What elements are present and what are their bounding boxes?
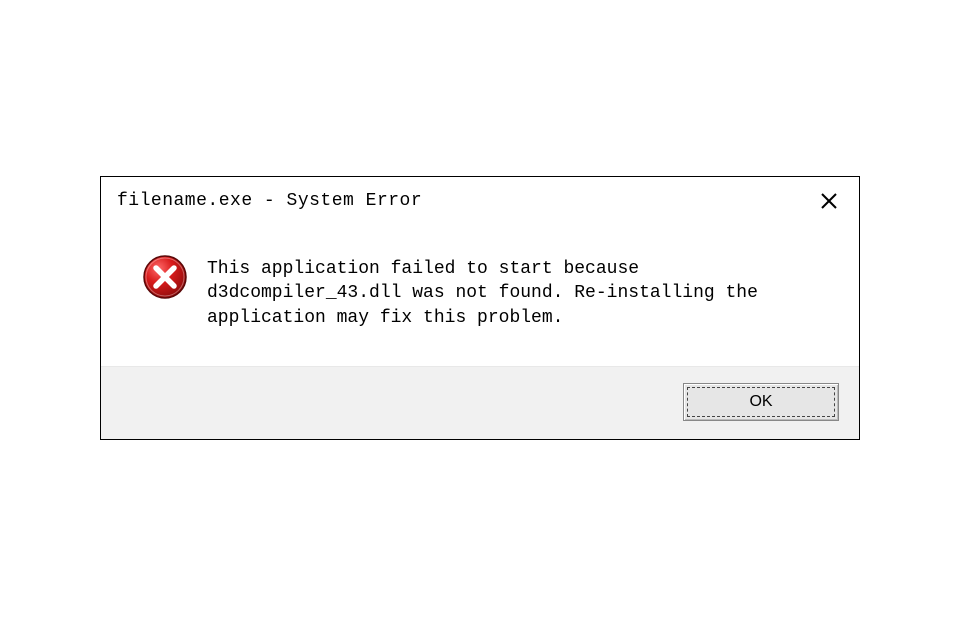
error-message: This application failed to start because…: [207, 253, 835, 330]
close-button[interactable]: [815, 187, 843, 215]
button-bar: OK: [101, 366, 859, 439]
error-icon: [141, 253, 189, 301]
dialog-title: filename.exe - System Error: [117, 191, 422, 211]
ok-button[interactable]: OK: [683, 383, 839, 421]
close-icon: [819, 191, 839, 211]
dialog-content: This application failed to start because…: [101, 221, 859, 366]
error-dialog: filename.exe - System Error: [100, 176, 860, 440]
ok-button-label: OK: [749, 393, 772, 411]
titlebar: filename.exe - System Error: [101, 177, 859, 221]
